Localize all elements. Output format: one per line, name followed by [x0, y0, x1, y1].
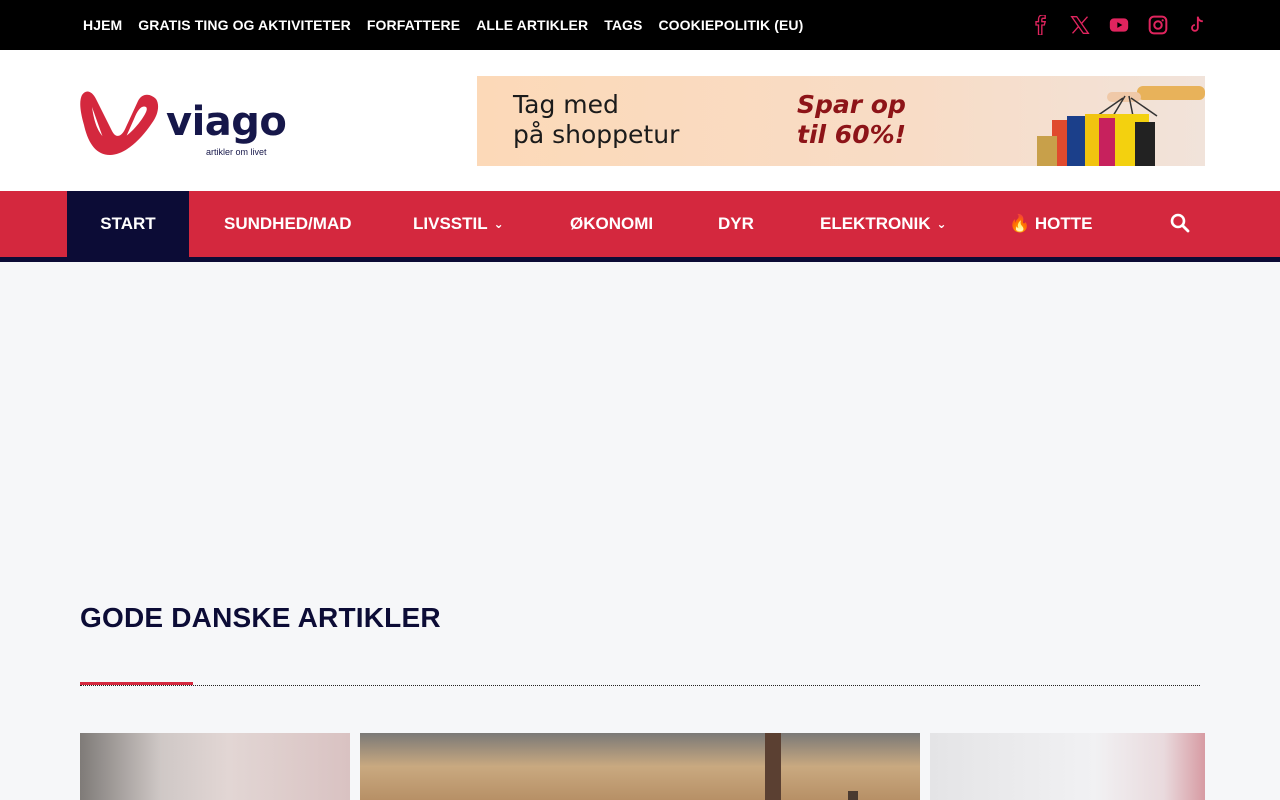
- nav-label-start: START: [100, 214, 156, 233]
- top-link-gratis-ting[interactable]: GRATIS TING OG AKTIVITETER: [130, 17, 359, 33]
- nav-label-hotte: 🔥 HOTTE: [1009, 214, 1093, 233]
- site-header: viago artikler om livet Tag med på shopp…: [0, 50, 1280, 191]
- nav-label-sundhed-mad: SUNDHED/MAD: [224, 214, 352, 233]
- top-link-forfattere[interactable]: FORFATTERE: [359, 17, 468, 33]
- chevron-down-icon: ⌄: [493, 217, 504, 231]
- nav-item-livsstil[interactable]: LIVSSTIL ⌄: [413, 191, 504, 257]
- nav-item-hotte[interactable]: 🔥 HOTTE: [1009, 191, 1093, 257]
- article-card-image[interactable]: [360, 733, 920, 800]
- nav-item-okonomi[interactable]: ØKONOMI: [570, 191, 653, 257]
- section-divider: [80, 685, 1200, 686]
- logo-mark-icon: [80, 91, 159, 155]
- banner-offer-line-2: til 60%!: [797, 120, 907, 149]
- search-icon[interactable]: [1168, 211, 1192, 235]
- nav-item-dyr[interactable]: DYR: [718, 191, 754, 257]
- shopping-ad-banner[interactable]: Tag med på shoppetur Spar op til 60%!: [477, 76, 1205, 166]
- top-navigation: HJEM GRATIS TING OG AKTIVITETER FORFATTE…: [75, 0, 811, 50]
- section-divider-accent: [80, 682, 193, 685]
- nav-item-start[interactable]: START: [67, 191, 189, 257]
- nav-item-elektronik[interactable]: ELEKTRONIK ⌄: [820, 191, 947, 257]
- instagram-icon[interactable]: [1147, 14, 1169, 36]
- site-logo[interactable]: viago artikler om livet: [76, 85, 287, 160]
- article-photo: [360, 733, 920, 800]
- top-link-cookiepolitik[interactable]: COOKIEPOLITIK (EU): [650, 17, 811, 33]
- nav-item-sundhed-mad[interactable]: SUNDHED/MAD: [224, 191, 352, 257]
- ad-space: [0, 262, 1280, 562]
- nav-label-dyr: DYR: [718, 214, 754, 233]
- logo-wordmark: viago: [166, 99, 287, 145]
- banner-offer-line-1: Spar op: [797, 90, 906, 119]
- banner-line-2: på shoppetur: [513, 120, 680, 149]
- facebook-icon[interactable]: [1030, 14, 1052, 36]
- article-card-image[interactable]: [930, 733, 1205, 800]
- social-links: [1030, 0, 1208, 50]
- banner-headline: Tag med på shoppetur: [513, 90, 679, 150]
- youtube-icon[interactable]: [1108, 14, 1130, 36]
- top-link-alle-artikler[interactable]: ALLE ARTIKLER: [468, 17, 596, 33]
- top-link-tags[interactable]: TAGS: [596, 17, 650, 33]
- section-title: GODE DANSKE ARTIKLER: [80, 602, 441, 633]
- x-icon[interactable]: [1069, 14, 1091, 36]
- banner-offer: Spar op til 60%!: [797, 90, 906, 150]
- top-bar: HJEM GRATIS TING OG AKTIVITETER FORFATTE…: [0, 0, 1280, 50]
- main-navigation: START SUNDHED/MAD LIVSSTIL ⌄ ØKONOMI DYR…: [0, 191, 1280, 262]
- nav-label-okonomi: ØKONOMI: [570, 214, 654, 233]
- logo-tagline: artikler om livet: [206, 147, 267, 157]
- article-card-image[interactable]: [80, 733, 350, 800]
- chevron-down-icon: ⌄: [936, 217, 947, 231]
- tiktok-icon[interactable]: [1186, 14, 1208, 36]
- nav-label-livsstil: LIVSSTIL: [413, 214, 488, 233]
- banner-line-1: Tag med: [513, 90, 619, 119]
- top-link-hjem[interactable]: HJEM: [75, 17, 130, 33]
- shopping-bags-image: [1037, 86, 1205, 166]
- nav-label-elektronik: ELEKTRONIK: [820, 214, 931, 233]
